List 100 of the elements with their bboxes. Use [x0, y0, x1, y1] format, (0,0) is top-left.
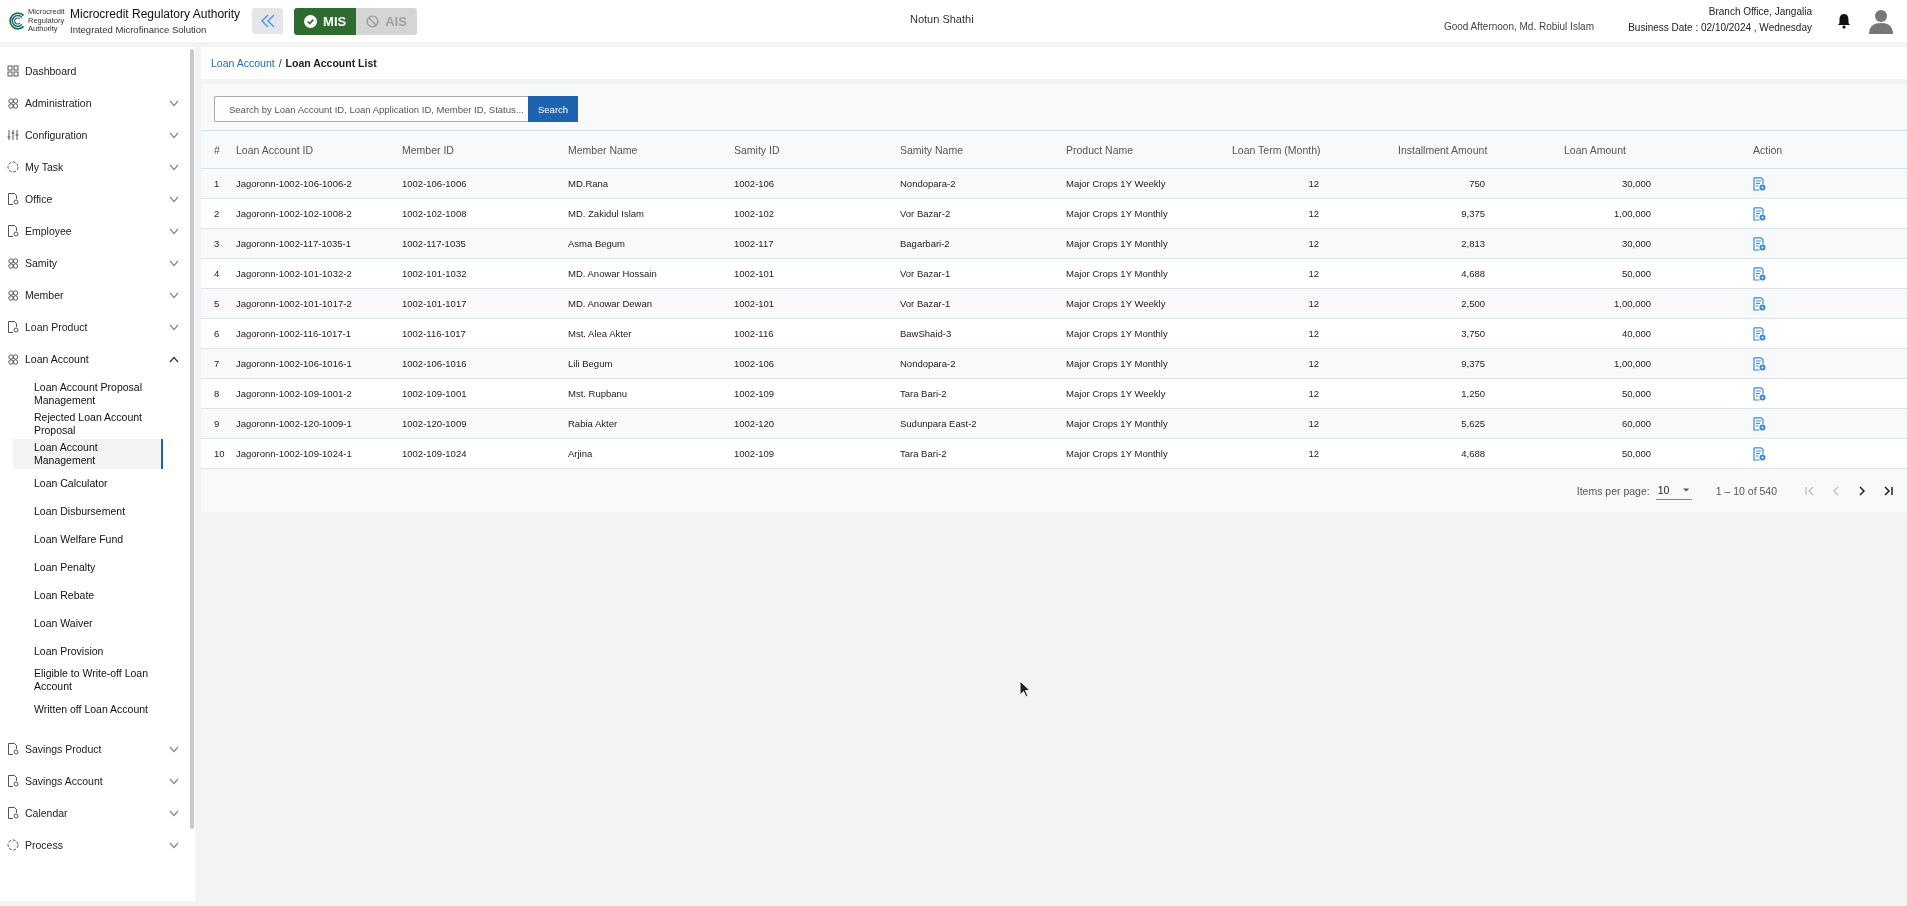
dashed-circle-icon [7, 161, 19, 173]
notification-bell-icon[interactable] [1837, 13, 1851, 29]
sidebar-item[interactable]: Process [0, 829, 190, 861]
sidebar-subitem[interactable]: Eligible to Write-off Loan Account [13, 665, 163, 695]
document-icon [7, 775, 19, 787]
table-cell-text: 12 [1307, 238, 1320, 249]
sidebar-subitem[interactable]: Loan Account Proposal Management [13, 379, 163, 409]
view-document-icon[interactable] [1753, 416, 1766, 431]
table-cell-text: 40,000 [1620, 328, 1652, 339]
table-cell-text: 12 [1307, 268, 1320, 279]
collapse-sidebar-button[interactable] [252, 8, 284, 34]
sidebar-subitem[interactable]: Loan Waiver [13, 609, 163, 637]
table-cell-text: 12 [1307, 448, 1320, 459]
table-cell-text: 8 [213, 388, 221, 399]
table-cell-text: 12 [1307, 418, 1320, 429]
table-cell-text: 1,00,000 [1613, 208, 1652, 219]
sidebar-subitem[interactable]: Loan Calculator [13, 469, 163, 497]
document-icon [7, 743, 19, 755]
view-document-icon[interactable] [1753, 326, 1766, 341]
table-cell-text: Jagoronn-1002-101-1032-2 [235, 268, 353, 279]
table-cell-text: Sudunpara East-2 [899, 418, 978, 429]
sidebar-subitem[interactable]: Written off Loan Account [13, 695, 163, 723]
view-document-icon[interactable] [1753, 296, 1766, 311]
table-cell-text: MD. Anowar Hossain [567, 268, 658, 279]
table-cell-text: Major Crops 1Y Monthly [1065, 328, 1169, 339]
search-button[interactable]: Search [528, 96, 579, 122]
column-header: Product Name [1065, 143, 1135, 156]
sidebar-subitem[interactable]: Loan Account Management [13, 439, 163, 469]
sidebar-item[interactable]: Savings Account [0, 765, 190, 797]
table-cell-text: 9 [213, 418, 221, 429]
view-document-icon[interactable] [1753, 176, 1766, 191]
table-cell-text: Jagoronn-1002-116-1017-1 [235, 328, 352, 339]
table-cell-text: Major Crops 1Y Monthly [1065, 448, 1169, 459]
scrollbar-thumb[interactable] [190, 49, 194, 829]
organization-name: Notun Shathi [910, 13, 974, 25]
table-cell-text: MD. Anowar Dewan [567, 298, 653, 309]
table-cell-text: MD.Rana [567, 178, 610, 189]
sidebar-item[interactable]: Loan Account [0, 343, 190, 375]
table-cell-text: Lili Begum [567, 358, 614, 369]
sidebar-item[interactable]: Dashboard [0, 55, 190, 87]
document-icon [7, 321, 19, 333]
sidebar-item[interactable]: Savings Product [0, 733, 190, 765]
module-toggle[interactable]: MIS [294, 7, 357, 35]
view-document-icon[interactable] [1753, 206, 1766, 221]
sidebar-subitem[interactable]: Loan Provision [13, 637, 163, 665]
sidebar-subitem[interactable]: Loan Rebate [13, 581, 163, 609]
items-per-page-select[interactable]: 10 [1655, 482, 1692, 500]
table-cell-text: 1002-109 [733, 448, 776, 459]
table-cell-text: Major Crops 1Y Weekly [1065, 298, 1167, 309]
sidebar-subitem[interactable]: Loan Disbursement [13, 497, 163, 525]
view-document-icon[interactable] [1753, 266, 1766, 281]
sidebar-subitem[interactable]: Rejected Loan Account Proposal [13, 409, 163, 439]
sidebar-item[interactable]: Employee [0, 215, 190, 247]
table-cell-text: 750 [1468, 178, 1486, 189]
sidebar-subitem[interactable]: Loan Welfare Fund [13, 525, 163, 553]
table-cell-text: 1002-117 [733, 238, 775, 249]
table-cell-text: 12 [1307, 358, 1320, 369]
table-cell-text: 1002-106 [733, 178, 776, 189]
chevron-up-icon [169, 355, 179, 363]
column-header: Loan Account ID [235, 143, 315, 156]
view-document-icon[interactable] [1753, 236, 1766, 251]
table-cell-text: Mst. Rupbanu [567, 388, 629, 399]
table-cell-text: 50,000 [1620, 448, 1652, 459]
column-header: Installment Amount [1397, 143, 1489, 156]
breadcrumb-link[interactable]: Loan Account [211, 57, 275, 69]
view-document-icon[interactable] [1753, 386, 1766, 401]
sidebar-item[interactable]: Administration [0, 87, 190, 119]
table-cell-text: Vor Bazar-1 [899, 298, 952, 309]
table-cell-text: 4,688 [1460, 268, 1486, 279]
sidebar-item[interactable]: My Task [0, 151, 190, 183]
view-document-icon[interactable] [1753, 356, 1766, 371]
sliders-icon [7, 129, 19, 141]
sidebar-item[interactable]: Configuration [0, 119, 190, 151]
sidebar-subitem[interactable]: Loan Penalty [13, 553, 163, 581]
view-document-icon[interactable] [1753, 446, 1766, 461]
grid-icon [7, 65, 19, 77]
table-cell-text: MD. Zakidul Islam [567, 208, 645, 219]
sidebar-item[interactable]: Calendar [0, 797, 190, 829]
sidebar-item[interactable]: Samity [0, 247, 190, 279]
document-icon [7, 807, 19, 819]
table-cell-text: Jagoronn-1002-102-1008-2 [235, 208, 353, 219]
sidebar-item[interactable]: Member [0, 279, 190, 311]
table-cell-text: 1,250 [1460, 388, 1486, 399]
table-cell-text: 2,813 [1460, 238, 1486, 249]
sidebar-item[interactable]: Loan Product [0, 311, 190, 343]
user-avatar-icon[interactable] [1869, 8, 1893, 34]
sidebar-item[interactable]: Office [0, 183, 190, 215]
table-cell-text: 3 [213, 238, 221, 249]
column-header: Samity ID [733, 143, 781, 156]
table-cell-text: Jagoronn-1002-117-1035-1 [235, 238, 352, 249]
table-cell-text: Major Crops 1Y Monthly [1065, 268, 1169, 279]
table-cell-text: Vor Bazar-1 [899, 268, 952, 279]
chevron-down-icon [169, 99, 179, 107]
chevron-down-icon [169, 195, 179, 203]
table-cell-text: 6 [213, 328, 221, 339]
table-cell-text: Bagarbari-2 [899, 238, 951, 249]
search-field[interactable]: Search by Loan Account ID, Loan Application ID, Member ID, Status... [214, 96, 528, 122]
table-cell-text: 1002-116 [733, 328, 775, 339]
table-cell-text: Nondopara-2 [899, 178, 957, 189]
table-cell-text: 1,00,000 [1613, 358, 1652, 369]
